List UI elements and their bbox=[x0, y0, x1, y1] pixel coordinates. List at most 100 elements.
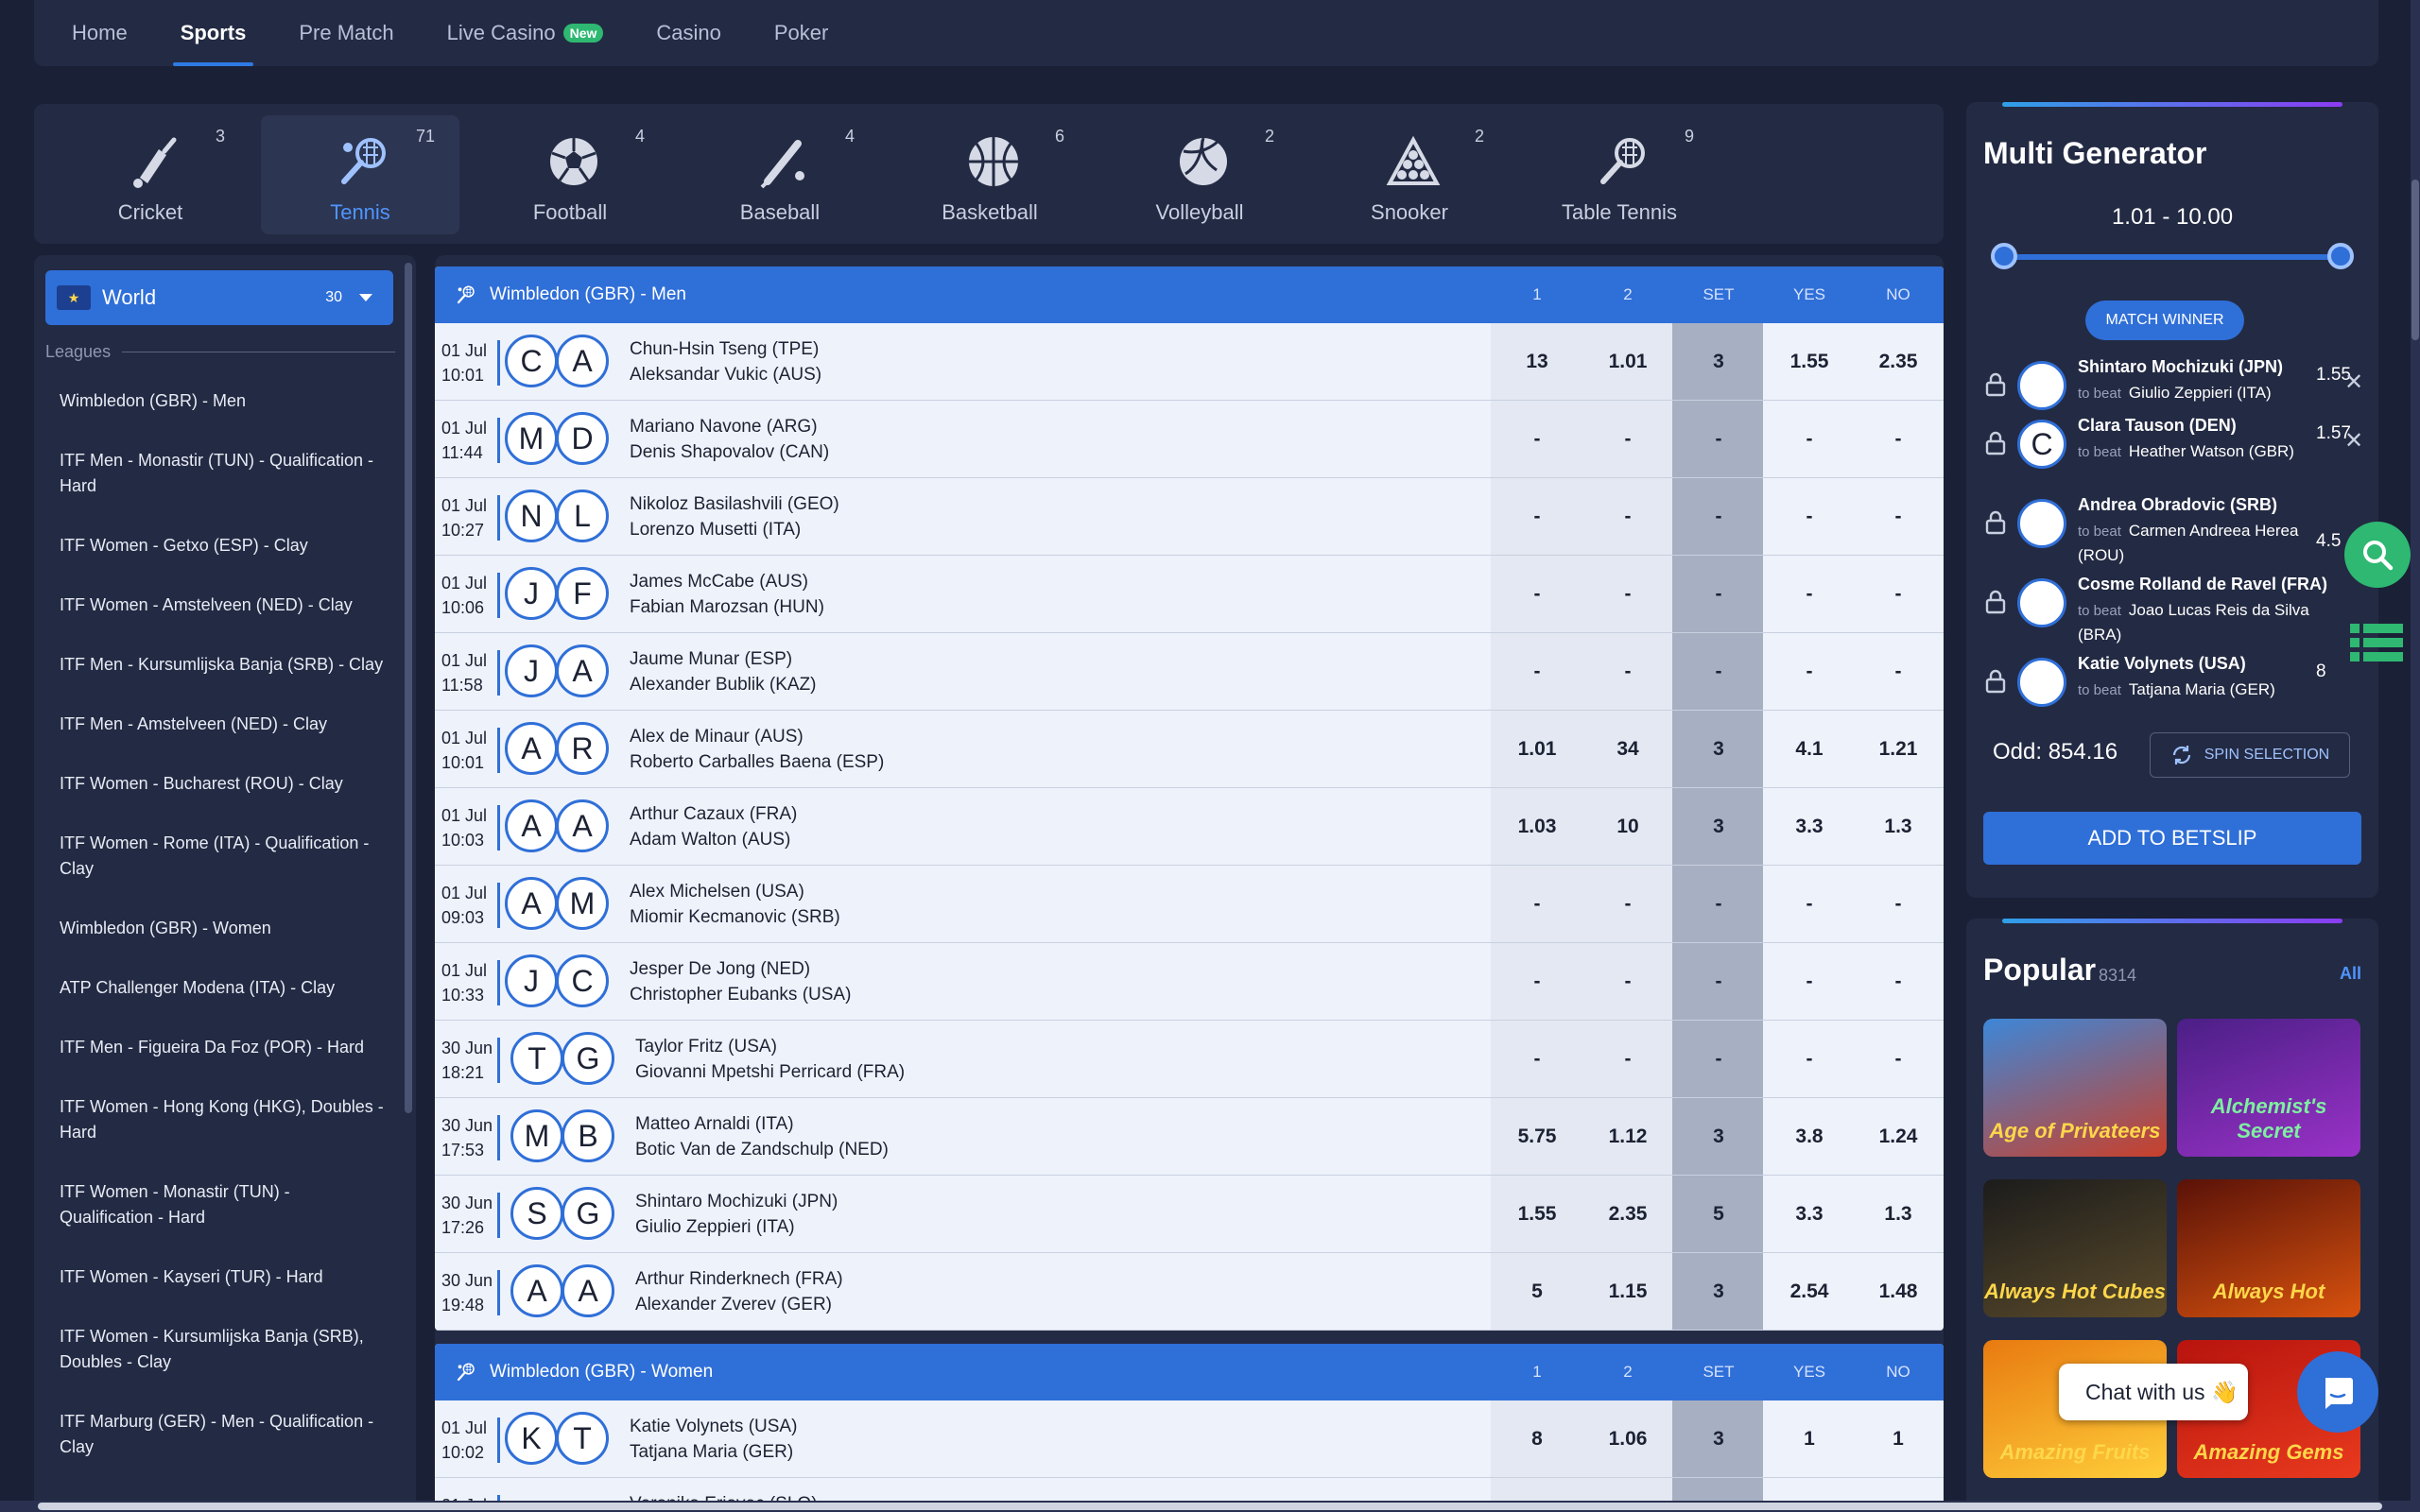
game-tile[interactable]: Age of Privateers bbox=[1983, 1019, 2167, 1157]
league-item[interactable]: ITF Women - Monastir (TUN) - Qualificati… bbox=[34, 1171, 403, 1256]
odds-cell[interactable]: 13 bbox=[1492, 323, 1582, 401]
odds-cell[interactable]: 3.8 bbox=[1764, 1098, 1855, 1176]
chat-prompt[interactable]: Chat with us 👋 bbox=[2059, 1364, 2248, 1420]
sport-tab-football[interactable]: 4 Football bbox=[471, 115, 669, 234]
event-row[interactable]: 01 Jul 10:27 N L Nikoloz Basilashvili (GEO) L… bbox=[435, 478, 1944, 556]
odds-cell[interactable]: - bbox=[1492, 943, 1582, 1021]
league-item[interactable]: ITF Women - Kursumlijska Banja (SRB), Do… bbox=[34, 1315, 403, 1400]
lock-icon[interactable] bbox=[1985, 372, 2006, 397]
odds-cell[interactable]: 3.3 bbox=[1764, 788, 1855, 866]
game-tile[interactable]: Alchemist's Secret bbox=[2177, 1019, 2360, 1157]
odds-cell[interactable]: - bbox=[1764, 866, 1855, 943]
odds-cell[interactable]: - bbox=[1853, 401, 1944, 478]
nav-item-live-casino[interactable]: Live Casino New bbox=[447, 0, 604, 66]
league-item[interactable]: Wimbledon (GBR) - Men bbox=[34, 380, 403, 439]
odds-cell[interactable]: - bbox=[1582, 478, 1673, 556]
odds-cell[interactable]: 1.3 bbox=[1853, 788, 1944, 866]
sport-tab-basketball[interactable]: 6 Basketball bbox=[890, 115, 1089, 234]
league-item[interactable]: Wimbledon (GBR) - Women bbox=[34, 907, 403, 967]
odds-cell[interactable]: 2.35 bbox=[1853, 323, 1944, 401]
odds-cell[interactable]: - bbox=[1764, 478, 1855, 556]
odds-cell[interactable]: 1 bbox=[1764, 1400, 1855, 1478]
odds-cell[interactable]: - bbox=[1673, 633, 1764, 711]
league-title[interactable]: Wimbledon (GBR) - Men bbox=[490, 284, 686, 305]
odds-cell[interactable]: 3.3 bbox=[1764, 1176, 1855, 1253]
sport-tab-table-tennis[interactable]: 9 Table Tennis bbox=[1520, 115, 1719, 234]
odds-cell[interactable]: - bbox=[1764, 633, 1855, 711]
horizontal-scrollbar[interactable] bbox=[0, 1501, 2411, 1512]
league-item[interactable]: ITF Men - Monastir (TUN) - Qualification… bbox=[34, 439, 403, 524]
event-row[interactable]: 01 Jul 09:03 A M Alex Michelsen (USA) Miomir … bbox=[435, 866, 1944, 943]
event-row[interactable]: 01 Jul 10:06 J F James McCabe (AUS) Fabian Ma… bbox=[435, 556, 1944, 633]
odds-cell[interactable]: - bbox=[1764, 943, 1855, 1021]
odds-cell[interactable]: 1.12 bbox=[1582, 1098, 1673, 1176]
odds-cell[interactable]: - bbox=[1673, 1021, 1764, 1098]
sport-tab-cricket[interactable]: 3 Cricket bbox=[51, 115, 250, 234]
sport-tab-tennis[interactable]: 71 Tennis bbox=[261, 115, 459, 234]
odds-cell[interactable]: 1.01 bbox=[1492, 711, 1582, 788]
odds-cell[interactable]: 1.3 bbox=[1853, 1176, 1944, 1253]
odds-cell[interactable]: - bbox=[1673, 943, 1764, 1021]
odds-cell[interactable]: - bbox=[1673, 866, 1764, 943]
odds-cell[interactable]: 3 bbox=[1673, 711, 1764, 788]
odds-cell[interactable]: - bbox=[1582, 943, 1673, 1021]
odds-cell[interactable]: 4.1 bbox=[1764, 711, 1855, 788]
league-item[interactable]: ITF Women - Getxo (ESP) - Clay bbox=[34, 524, 403, 584]
chevron-down-icon[interactable] bbox=[359, 294, 372, 301]
odds-cell[interactable]: - bbox=[1492, 556, 1582, 633]
odds-cell[interactable]: 34 bbox=[1582, 711, 1673, 788]
nav-item-casino[interactable]: Casino bbox=[656, 0, 720, 66]
view-all-link[interactable]: All bbox=[2340, 964, 2361, 984]
odds-cell[interactable]: - bbox=[1853, 633, 1944, 711]
odds-cell[interactable]: - bbox=[1582, 401, 1673, 478]
odds-cell[interactable]: - bbox=[1492, 1021, 1582, 1098]
event-row[interactable]: 01 Jul 11:58 J A Jaume Munar (ESP) Alexander … bbox=[435, 633, 1944, 711]
scrollbar-thumb[interactable] bbox=[38, 1503, 2382, 1510]
game-tile[interactable]: Always Hot Cubes bbox=[1983, 1179, 2167, 1317]
odds-cell[interactable]: - bbox=[1492, 633, 1582, 711]
odds-cell[interactable]: 1.01 bbox=[1582, 323, 1673, 401]
odds-cell[interactable]: - bbox=[1853, 866, 1944, 943]
game-tile[interactable]: Always Hot bbox=[2177, 1179, 2360, 1317]
sport-tab-baseball[interactable]: 4 Baseball bbox=[681, 115, 879, 234]
odds-cell[interactable]: 1.03 bbox=[1492, 788, 1582, 866]
search-button[interactable] bbox=[2344, 522, 2411, 588]
odds-cell[interactable]: 2.35 bbox=[1582, 1176, 1673, 1253]
odds-cell[interactable]: 3 bbox=[1673, 1098, 1764, 1176]
event-row[interactable]: 01 Jul 10:01 C A Chun-Hsin Tseng (TPE) Aleksa… bbox=[435, 323, 1944, 401]
chat-button[interactable] bbox=[2297, 1351, 2378, 1433]
odds-cell[interactable]: - bbox=[1582, 633, 1673, 711]
close-icon[interactable]: ✕ bbox=[2344, 427, 2363, 455]
league-item[interactable]: ITF Men - Figueira Da Foz (POR) - Hard bbox=[34, 1026, 403, 1086]
add-to-betslip-button[interactable]: ADD TO BETSLIP bbox=[1983, 812, 2361, 865]
odds-cell[interactable]: - bbox=[1492, 478, 1582, 556]
page-scrollbar[interactable] bbox=[2411, 0, 2420, 1512]
slider-min-handle[interactable] bbox=[1991, 243, 2017, 269]
odds-cell[interactable]: - bbox=[1492, 401, 1582, 478]
odds-cell[interactable]: 1.55 bbox=[1492, 1176, 1582, 1253]
event-row[interactable]: 30 Jun 19:48 A A Arthur Rinderknech (FRA) Ale… bbox=[435, 1253, 1944, 1331]
event-row[interactable]: 30 Jun 17:26 S G Shintaro Mochizuki (JPN) Giu… bbox=[435, 1176, 1944, 1253]
odds-cell[interactable]: 8 bbox=[1492, 1400, 1582, 1478]
nav-item-poker[interactable]: Poker bbox=[774, 0, 828, 66]
league-item[interactable]: ITF Women - Kayseri (TUR) - Hard bbox=[34, 1256, 403, 1315]
odds-cell[interactable]: 3 bbox=[1673, 323, 1764, 401]
league-item[interactable]: ATP Challenger Modena (ITA) - Clay bbox=[34, 967, 403, 1026]
lock-icon[interactable] bbox=[1985, 669, 2006, 694]
odds-cell[interactable]: 5 bbox=[1492, 1253, 1582, 1331]
odds-cell[interactable]: - bbox=[1853, 1021, 1944, 1098]
league-item[interactable]: ITF Women - Bucharest (ROU) - Clay bbox=[34, 763, 403, 822]
sport-tab-snooker[interactable]: 2 Snooker bbox=[1310, 115, 1509, 234]
lock-icon[interactable] bbox=[1985, 431, 2006, 455]
league-item[interactable]: ITF Marburg (GER) - Men - Qualification … bbox=[34, 1400, 403, 1486]
event-row[interactable]: 01 Jul 10:33 J C Jesper De Jong (NED) Christo… bbox=[435, 943, 1944, 1021]
odds-cell[interactable]: 1.55 bbox=[1764, 323, 1855, 401]
nav-item-sports[interactable]: Sports bbox=[172, 0, 254, 66]
close-icon[interactable]: ✕ bbox=[2344, 369, 2363, 396]
odds-cell[interactable]: 3 bbox=[1673, 788, 1764, 866]
sidebar-scrollbar[interactable] bbox=[405, 263, 412, 1113]
odds-cell[interactable]: - bbox=[1582, 556, 1673, 633]
match-winner-button[interactable]: MATCH WINNER bbox=[2085, 301, 2244, 340]
odds-cell[interactable]: - bbox=[1764, 1021, 1855, 1098]
odds-cell[interactable]: 10 bbox=[1582, 788, 1673, 866]
